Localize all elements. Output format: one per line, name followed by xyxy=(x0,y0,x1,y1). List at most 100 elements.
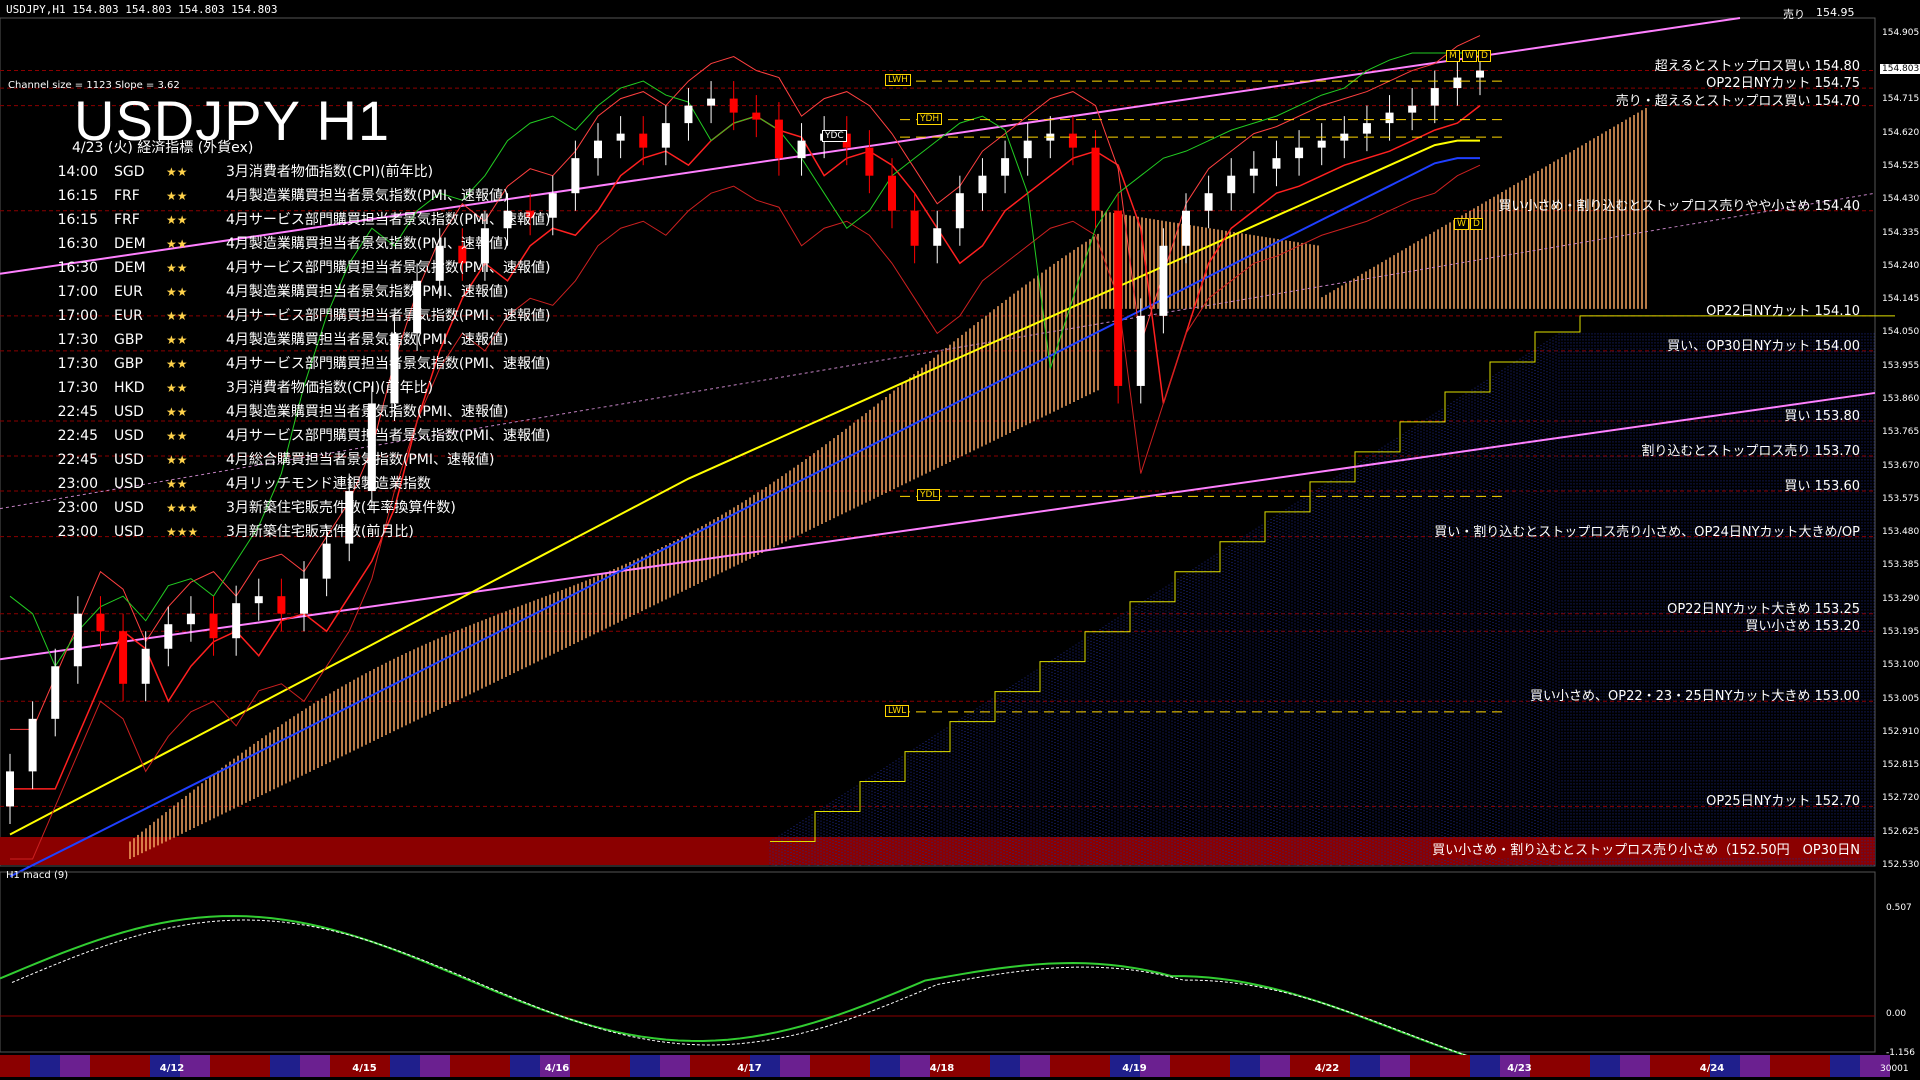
price-annotation: 買い 153.80 xyxy=(1784,408,1860,424)
session-bar xyxy=(1080,1055,1110,1077)
candle-body xyxy=(1249,168,1258,176)
level-tag: D xyxy=(1478,49,1491,62)
events-subtitle: 4/23 (火) 経済指標 (外貨ex) xyxy=(72,140,254,156)
price-tick: 153.385 xyxy=(1882,560,1920,571)
date-tick: 4/22 xyxy=(1314,1063,1340,1074)
candle-body xyxy=(729,98,738,113)
candle-body xyxy=(1204,193,1213,211)
event-name: 4月総合購買担当者景気指数(PMI、速報値) xyxy=(226,452,495,468)
session-bar xyxy=(240,1055,270,1077)
event-ccy: DEM xyxy=(114,260,146,276)
candle-body xyxy=(209,613,218,639)
price-annotation: 買い小さめ 153.20 xyxy=(1745,619,1860,635)
candle-body xyxy=(752,112,761,120)
event-ccy: EUR xyxy=(114,284,143,300)
candle-body xyxy=(1182,210,1190,246)
session-bar xyxy=(1020,1055,1050,1077)
session-bar xyxy=(660,1055,690,1077)
event-time: 23:00 xyxy=(57,476,98,492)
candle-body xyxy=(1295,147,1304,159)
level-tag: YDC xyxy=(822,130,847,143)
event-row: 22:45 USD ★★ 4月製造業購買担当者景気指数(PMI、速報値) xyxy=(40,401,509,421)
candle-body xyxy=(186,613,195,625)
level-tag: LWH xyxy=(885,74,911,87)
candle-body xyxy=(254,596,263,604)
price-tick: 153.100 xyxy=(1882,660,1920,671)
session-bar xyxy=(210,1055,240,1077)
price-tick: 154.715 xyxy=(1882,94,1920,105)
session-bar xyxy=(1740,1055,1770,1077)
macd-axis-bottom: -1.156 xyxy=(1886,1048,1916,1058)
date-tick: 4/19 xyxy=(1122,1063,1147,1074)
session-bar xyxy=(120,1055,150,1077)
session-bar xyxy=(1380,1055,1410,1077)
candle-body xyxy=(1068,133,1077,148)
event-time: 23:00 xyxy=(57,524,98,540)
event-time: 17:00 xyxy=(57,284,98,300)
candle-body xyxy=(888,175,896,211)
price-tick: 154.240 xyxy=(1882,260,1920,271)
macd-axis-top: 0.507 xyxy=(1886,903,1912,913)
candle-body xyxy=(6,771,14,807)
candle-body xyxy=(1453,77,1462,89)
level-tag: D xyxy=(1470,217,1483,230)
candle-body xyxy=(1227,175,1236,194)
candle-body xyxy=(978,175,987,194)
event-stars: ★★ xyxy=(166,237,188,251)
session-bar xyxy=(990,1055,1020,1077)
event-ccy: DEM xyxy=(114,236,146,252)
price-annotation: 買い 153.60 xyxy=(1784,479,1860,495)
candle-body xyxy=(1385,112,1394,124)
event-name: 4月リッチモンド連銀製造業指数 xyxy=(226,476,431,492)
event-ccy: FRF xyxy=(114,188,140,204)
session-bar xyxy=(570,1055,600,1077)
event-row: 17:30 GBP ★★ 4月製造業購買担当者景気指数(PMI、速報値) xyxy=(40,329,509,349)
candle-body xyxy=(322,543,331,579)
event-row: 22:45 USD ★★ 4月総合購買担当者景気指数(PMI、速報値) xyxy=(40,449,495,469)
candle-body xyxy=(774,119,783,159)
price-tick: 152.530 xyxy=(1882,860,1920,870)
event-stars: ★★ xyxy=(166,285,188,299)
price-tick: 153.480 xyxy=(1882,527,1920,538)
price-tick: 152.910 xyxy=(1882,726,1920,737)
volume-label: 30001 xyxy=(1880,1064,1909,1074)
candle-body xyxy=(164,624,173,649)
level-tag: W xyxy=(1462,49,1477,62)
session-bar xyxy=(870,1055,900,1077)
candle-body xyxy=(707,98,716,106)
event-row: 16:15 FRF ★★ 4月製造業購買担当者景気指数(PMI、速報値) xyxy=(40,185,509,205)
session-bar xyxy=(1410,1055,1440,1077)
candle-body xyxy=(119,631,128,684)
candle-body xyxy=(232,603,241,639)
price-tick: 154.335 xyxy=(1882,227,1920,238)
top-right-label: 売り xyxy=(1783,8,1805,21)
price-tick: 153.765 xyxy=(1882,427,1920,438)
price-tick: 153.195 xyxy=(1882,626,1920,637)
price-annotation: 買い小さめ・割り込むとストップロス売りやや小さめ 154.40 xyxy=(1498,198,1860,214)
level-tag: M xyxy=(1446,49,1460,62)
level-tag: W xyxy=(1454,217,1469,230)
session-bar xyxy=(510,1055,540,1077)
event-row: 17:00 EUR ★★ 4月製造業購買担当者景気指数(PMI、速報値) xyxy=(40,281,509,301)
candle-body xyxy=(910,210,919,246)
event-ccy: USD xyxy=(114,500,144,516)
candle-body xyxy=(571,158,580,194)
event-stars: ★★ xyxy=(166,213,188,227)
price-tick: 153.005 xyxy=(1882,693,1920,704)
session-bar xyxy=(390,1055,420,1077)
session-bar xyxy=(1230,1055,1260,1077)
price-tick: 152.815 xyxy=(1882,760,1920,771)
candle-body xyxy=(933,228,942,246)
session-bar xyxy=(600,1055,630,1077)
date-tick: 4/23 xyxy=(1507,1063,1532,1074)
candle-body xyxy=(28,718,37,772)
session-bar xyxy=(1620,1055,1650,1077)
event-name: 4月サービス部門購買担当者景気指数(PMI、速報値) xyxy=(226,356,551,372)
session-bar xyxy=(900,1055,930,1077)
session-bar xyxy=(60,1055,90,1077)
event-stars: ★★★ xyxy=(166,525,199,539)
session-bar xyxy=(690,1055,720,1077)
session-bar xyxy=(1260,1055,1290,1077)
event-name: 4月製造業購買担当者景気指数(PMI、速報値) xyxy=(226,236,509,252)
event-row: 16:30 DEM ★★ 4月サービス部門購買担当者景気指数(PMI、速報値) xyxy=(40,257,551,277)
